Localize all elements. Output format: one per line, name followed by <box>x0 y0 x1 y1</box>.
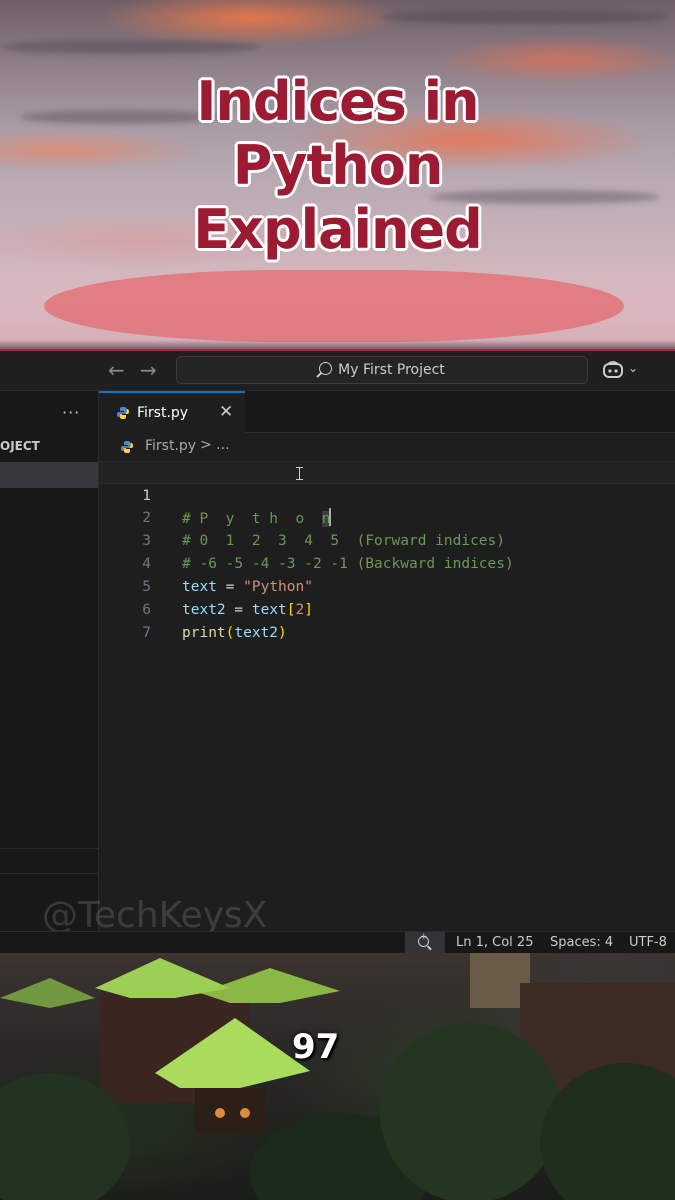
command-center-search[interactable]: My First Project <box>176 356 588 384</box>
code-line[interactable]: 6 print(text2) <box>99 576 675 641</box>
titlebar: ← → My First Project ⌄ <box>0 351 675 391</box>
chevron-down-icon[interactable]: ⌄ <box>628 361 638 375</box>
code-line[interactable]: 4 text = "Python" <box>99 530 675 595</box>
code-line[interactable]: 7 <box>99 599 675 641</box>
background-night-scene: 97 <box>0 953 675 1200</box>
explorer-project-header[interactable]: OJECT <box>0 439 40 453</box>
arrow-left-icon[interactable]: ← <box>108 358 125 382</box>
counter-overlay: 97 <box>292 1027 340 1067</box>
tree <box>380 1023 560 1200</box>
close-icon[interactable]: ✕ <box>219 402 233 422</box>
encoding-setting[interactable]: UTF-8 <box>629 935 667 950</box>
status-bar: Ln 1, Col 25 Spaces: 4 UTF-8 <box>0 931 675 954</box>
line-number: 7 <box>142 625 151 641</box>
explorer-sidebar: ··· OJECT <box>0 391 99 931</box>
code-line[interactable]: 5 text2 = text[2] <box>99 553 675 618</box>
tab-bar: First.py ✕ <box>99 391 675 433</box>
mouse-ibeam-cursor <box>296 467 305 480</box>
more-actions-icon[interactable]: ··· <box>62 403 80 422</box>
title-banner: Indices in Python Explained <box>0 0 675 350</box>
code-editor[interactable]: 1 # P y t h o n 2 # 0 1 2 3 4 5 (Forward… <box>99 459 675 909</box>
python-file-icon <box>117 407 129 419</box>
search-label: My First Project <box>338 362 445 378</box>
title-line-1: Indices in <box>196 70 479 133</box>
search-icon <box>319 362 333 375</box>
video-title: Indices in Python Explained <box>0 70 675 262</box>
code-text: print(text2) <box>182 625 287 641</box>
channel-watermark: @TechKeysX <box>42 895 268 936</box>
breadcrumb-file[interactable]: First.py <box>145 438 196 454</box>
code-line[interactable]: 2 # 0 1 2 3 4 5 (Forward indices) <box>99 484 675 549</box>
explorer-selected-item[interactable] <box>0 462 98 488</box>
code-line[interactable]: 1 # P y t h o n <box>99 461 675 527</box>
code-line[interactable]: 3 # -6 -5 -4 -3 -2 -1 (Backward indices) <box>99 507 675 572</box>
sidebar-divider <box>0 873 98 874</box>
zoom-button[interactable] <box>405 932 445 954</box>
indentation-setting[interactable]: Spaces: 4 <box>550 935 613 950</box>
zoom-in-icon <box>418 932 429 947</box>
title-line-2: Python <box>232 134 444 197</box>
sidebar-divider <box>0 848 98 849</box>
breadcrumb-symbols[interactable]: > ... <box>200 437 230 453</box>
title-line-3: Explained <box>193 198 483 261</box>
python-file-icon <box>121 441 133 453</box>
vscode-window: ← → My First Project ⌄ ··· OJECT First.p… <box>0 349 675 954</box>
cloud-streak <box>380 10 670 24</box>
copilot-icon[interactable] <box>602 360 624 380</box>
cloud-streak <box>0 40 260 54</box>
arrow-right-icon[interactable]: → <box>140 358 157 382</box>
cursor-position[interactable]: Ln 1, Col 25 <box>456 935 533 950</box>
tab-label: First.py <box>137 405 189 421</box>
caption-pill <box>44 270 624 342</box>
tab-first-py[interactable]: First.py ✕ <box>99 391 245 433</box>
